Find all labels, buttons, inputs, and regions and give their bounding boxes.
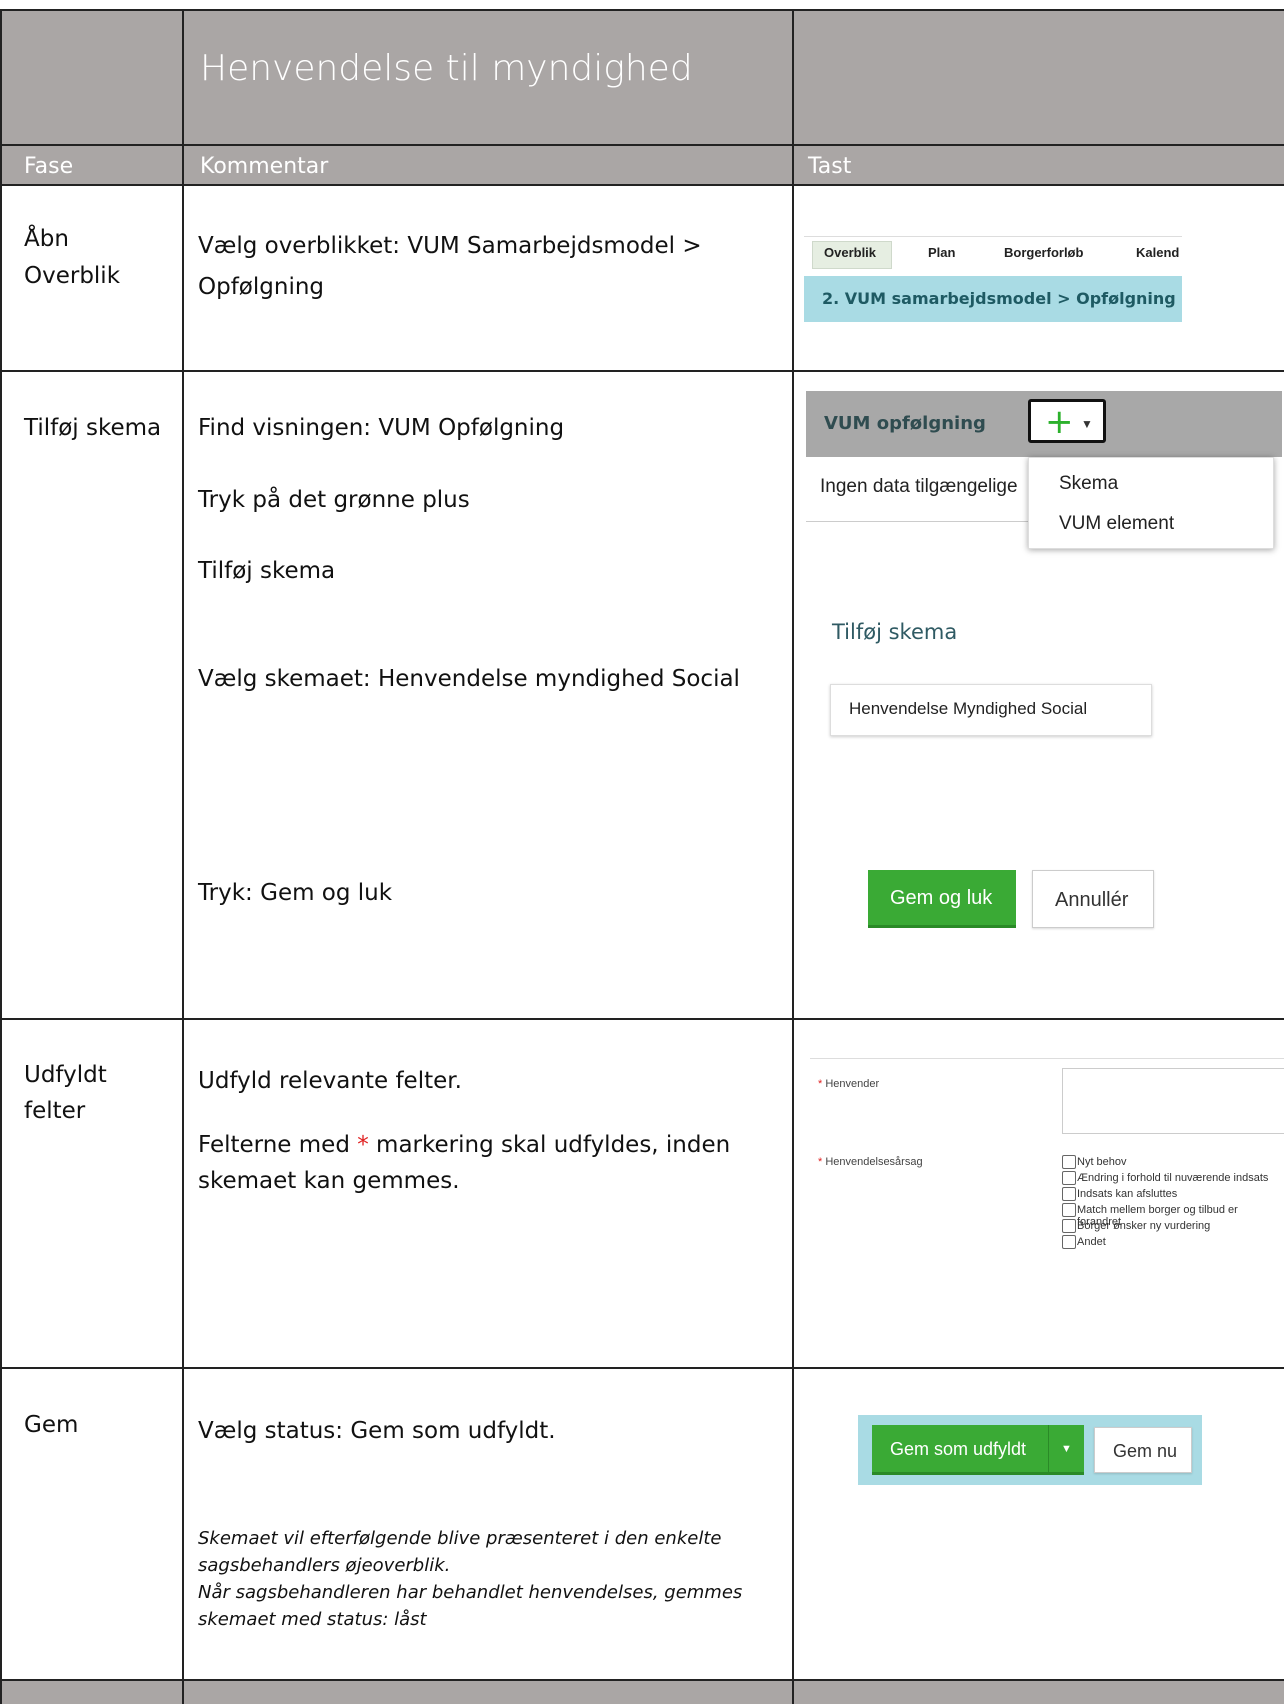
save-filled-label: Gem som udfyldt (890, 1439, 1027, 1459)
kommentar-r3-udfyld: Udfyld relevante felter. (198, 1068, 462, 1094)
kommentar-r1-l1: Vælg overblikket: VUM Samarbejdsmodel > (198, 233, 702, 259)
border-col2 (792, 9, 794, 1704)
checkbox-indsats-afsluttes[interactable] (1062, 1187, 1076, 1201)
kommentar-r3-felterne: Felterne med * markering skal udfyldes, … (198, 1128, 730, 1162)
border-header (0, 144, 1284, 146)
label-henvendelsesaarsag: * Henvendelsesårsag (818, 1156, 923, 1168)
border-header-bottom (0, 184, 1284, 186)
divider (806, 521, 1028, 522)
save-toolbar: Gem som udfyldt ▼ Gem nu (858, 1415, 1202, 1485)
text: Henvender (825, 1078, 880, 1090)
add-button[interactable]: + ▼ (1028, 399, 1106, 443)
tab-overblik[interactable]: Overblik (824, 245, 876, 260)
caret-down-icon: ▼ (1061, 1443, 1072, 1455)
border-row3 (0, 1367, 1284, 1369)
page-title: Henvendelse til myndighed (200, 48, 693, 89)
kommentar-r2-find: Find visningen: VUM Opfølgning (198, 415, 565, 441)
henvender-input[interactable] (1062, 1068, 1284, 1134)
kommentar-r1-l2: Opfølgning (198, 274, 325, 300)
checkbox-ny-vurdering[interactable] (1062, 1219, 1076, 1233)
label-henvender: * Henvender (818, 1078, 880, 1090)
save-now-button[interactable]: Gem nu (1094, 1427, 1192, 1473)
header-row-bg (0, 145, 1284, 185)
plus-icon: + (1045, 402, 1074, 442)
save-now-label: Gem nu (1113, 1441, 1178, 1461)
form-select[interactable]: Henvendelse Myndighed Social (830, 684, 1152, 736)
fase-udfyldt: Udfyldt (24, 1062, 107, 1088)
breadcrumb-label: 2. VUM samarbejdsmodel > Opfølgning (822, 289, 1176, 308)
no-data-text: Ingen data tilgængelige (820, 476, 1018, 497)
kommentar-r4-vaelg: Vælg status: Gem som udfyldt. (198, 1418, 556, 1444)
checkbox-nyt-behov[interactable] (1062, 1155, 1076, 1169)
caret-down-icon: ▼ (1081, 417, 1093, 431)
checkbox-label: Indsats kan afsluttes (1077, 1188, 1178, 1200)
fase-gem: Gem (24, 1412, 79, 1438)
col-header-kommentar: Kommentar (200, 154, 329, 179)
note-line: Når sagsbehandleren har behandlet henven… (198, 1582, 743, 1603)
fase-overblik: Overblik (24, 263, 121, 289)
border-row4 (0, 1679, 1284, 1681)
save-close-button[interactable]: Gem og luk (868, 870, 1016, 928)
note-line: Skemaet vil efterfølgende blive præsente… (198, 1528, 722, 1549)
vum-opfoelgning-header: VUM opfølgning + ▼ (806, 391, 1282, 457)
border-col1 (182, 9, 184, 1704)
checkbox-label: Nyt behov (1077, 1156, 1127, 1168)
add-form-title: Tilføj skema (832, 620, 958, 644)
save-dropdown-button[interactable]: ▼ (1048, 1425, 1084, 1475)
fase-felter: felter (24, 1098, 86, 1124)
form-select-value: Henvendelse Myndighed Social (849, 699, 1088, 718)
text: markering skal udfyldes, inden (368, 1132, 731, 1158)
checkbox-label: Borger ønsker ny vurdering (1077, 1220, 1211, 1232)
tab-kalender[interactable]: Kalend (1136, 245, 1179, 260)
text: Henvendelsesårsag (825, 1156, 923, 1168)
overview-tabbar: Overblik Plan Borgerforløb Kalend (804, 236, 1182, 273)
kommentar-r2-plus: Tryk på det grønne plus (198, 487, 470, 513)
save-filled-button[interactable]: Gem som udfyldt (872, 1425, 1048, 1475)
border-left (0, 9, 2, 1704)
fase-aabn: Åbn (24, 226, 69, 252)
footer-row-bg (0, 1680, 1284, 1704)
note-line: skemaet med status: låst (198, 1609, 427, 1630)
border-row1 (0, 370, 1284, 372)
add-menu: Skema VUM element (1028, 457, 1274, 549)
col-header-tast: Tast (808, 154, 852, 179)
required-asterisk: * (357, 1132, 369, 1158)
col-header-fase: Fase (24, 154, 74, 179)
checkbox-label: Ændring i forhold til nuværende indsats (1077, 1172, 1269, 1184)
kommentar-r2-gem: Tryk: Gem og luk (198, 880, 393, 906)
checkbox-andet[interactable] (1062, 1235, 1076, 1249)
cancel-label: Annullér (1055, 889, 1129, 911)
border-row2 (0, 1018, 1284, 1020)
menu-item-vum-element[interactable]: VUM element (1059, 513, 1174, 535)
kommentar-r3-skemaet: skemaet kan gemmes. (198, 1168, 460, 1194)
kommentar-r2-tilfoej: Tilføj skema (198, 558, 336, 584)
kommentar-r2-vaelg: Vælg skemaet: Henvendelse myndighed Soci… (198, 666, 740, 692)
form-divider (810, 1058, 1284, 1059)
tab-plan[interactable]: Plan (928, 245, 955, 260)
text: Felterne med (198, 1132, 358, 1158)
checkbox-match[interactable] (1062, 1203, 1076, 1217)
vum-title: VUM opfølgning (824, 413, 986, 434)
save-close-label: Gem og luk (890, 887, 993, 909)
tab-borgerforloeb[interactable]: Borgerforløb (1004, 245, 1083, 260)
breadcrumb[interactable]: 2. VUM samarbejdsmodel > Opfølgning (804, 276, 1182, 322)
checkbox-label: Andet (1077, 1236, 1106, 1248)
border-top (0, 9, 1284, 11)
menu-item-skema[interactable]: Skema (1059, 473, 1118, 495)
checkbox-aendring[interactable] (1062, 1171, 1076, 1185)
cancel-button[interactable]: Annullér (1032, 870, 1154, 928)
fase-tilfoej-skema: Tilføj skema (24, 415, 162, 441)
note-line: sagsbehandlers øjeoverblik. (198, 1555, 451, 1576)
